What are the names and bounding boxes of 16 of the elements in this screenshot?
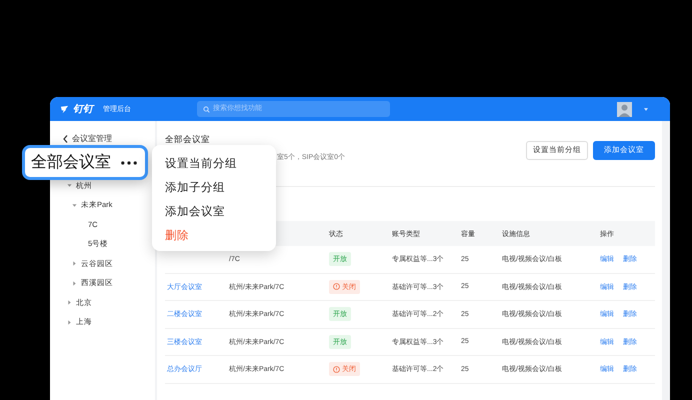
info-icon: [333, 283, 340, 290]
logo-icon: [60, 104, 69, 114]
info-icon: [333, 366, 340, 373]
page-title: 全部会议室: [165, 134, 211, 146]
search-icon: [203, 106, 210, 112]
group-callout[interactable]: 全部会议室: [22, 145, 148, 180]
more-icon[interactable]: [121, 160, 137, 164]
logo-text: 钉钉: [73, 103, 93, 116]
menu-item[interactable]: 添加会议室: [165, 200, 276, 224]
caret-icon[interactable]: [644, 108, 648, 110]
menu-item[interactable]: 设置当前分组: [165, 152, 276, 176]
menu-item[interactable]: 添加子分组: [165, 176, 276, 200]
back-icon: [63, 134, 68, 142]
avatar-icon[interactable]: [617, 102, 632, 116]
back-link[interactable]: 会议室管理: [63, 133, 155, 144]
menu-item[interactable]: 删除: [165, 224, 276, 248]
